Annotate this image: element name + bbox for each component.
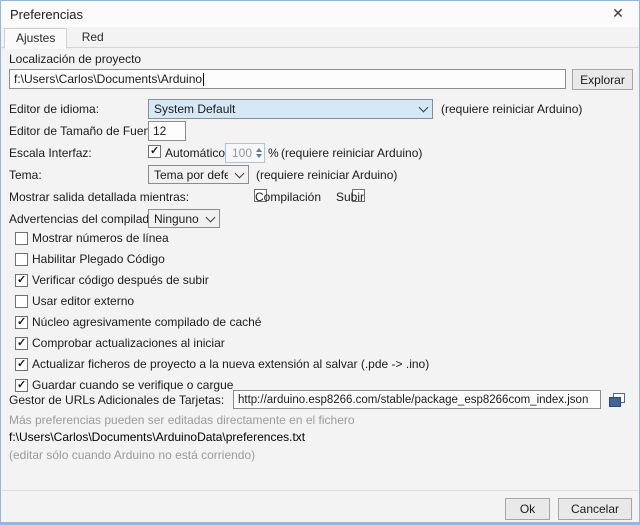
option-checkbox[interactable] — [15, 379, 28, 392]
checkbox-option-row: Habilitar Plegado Código — [15, 251, 429, 267]
spinner-arrows-icon[interactable] — [256, 148, 262, 158]
tab-strip: Ajustes Red — [1, 27, 639, 48]
chevron-down-icon — [235, 168, 245, 178]
font-size-value: 12 — [153, 124, 166, 138]
warnings-selected-value: Ninguno — [154, 212, 199, 226]
scale-restart-note: (requiere reiniciar Arduino) — [281, 146, 422, 160]
font-size-label: Editor de Tamaño de Fuente: — [9, 124, 164, 138]
theme-restart-note: (requiere reiniciar Arduino) — [256, 168, 397, 182]
scale-percent-sign: % — [268, 146, 279, 160]
option-checkbox[interactable] — [15, 295, 28, 308]
ok-button[interactable]: Ok — [505, 498, 550, 520]
checkbox-option-row: Comprobar actualizaciones al iniciar — [15, 335, 429, 351]
footer-divider — [2, 490, 638, 491]
option-label: Verificar código después de subir — [32, 273, 209, 287]
language-selected-value: System Default — [154, 102, 412, 116]
new-window-icon — [608, 392, 626, 408]
project-location-input[interactable]: f:\Users\Carlos\Documents\Arduino — [9, 69, 566, 89]
preferences-file-path: f:\Users\Carlos\Documents\ArduinoData\pr… — [9, 430, 305, 444]
font-size-input[interactable]: 12 — [148, 121, 186, 141]
option-label: Habilitar Plegado Código — [32, 252, 165, 266]
verbose-upload-label: Subir — [336, 190, 364, 204]
scale-auto-checkbox[interactable] — [148, 145, 161, 158]
theme-select[interactable]: Tema por defecto — [148, 165, 249, 184]
text-caret — [203, 73, 204, 86]
scale-value-spinner[interactable]: 100 — [225, 143, 265, 163]
language-select[interactable]: System Default — [148, 99, 433, 119]
chevron-down-icon — [206, 212, 216, 222]
board-urls-window-button[interactable] — [606, 389, 628, 410]
cancel-button[interactable]: Cancelar — [558, 498, 632, 520]
option-label: Guardar cuando se verifique o cargue — [32, 378, 233, 392]
verbose-label: Mostrar salida detallada mientras: — [9, 190, 189, 204]
warnings-select[interactable]: Ninguno — [148, 209, 220, 228]
dialog-title: Preferencias — [10, 7, 83, 22]
project-location-value: f:\Users\Carlos\Documents\Arduino — [14, 72, 202, 86]
tab-red[interactable]: Red — [71, 27, 115, 47]
option-label: Usar editor externo — [32, 294, 134, 308]
scale-auto-label: Automático — [165, 146, 225, 160]
board-urls-input[interactable]: http://arduino.esp8266.com/stable/packag… — [233, 390, 601, 409]
checkbox-option-row: Verificar código después de subir — [15, 272, 429, 288]
footer-note-line3: (editar sólo cuando Arduino no está corr… — [9, 448, 255, 462]
option-label: Comprobar actualizaciones al iniciar — [32, 336, 225, 350]
scale-value: 100 — [230, 146, 254, 160]
chevron-down-icon — [419, 103, 429, 113]
option-checkbox[interactable] — [15, 232, 28, 245]
board-urls-label: Gestor de URLs Adicionales de Tarjetas: — [9, 393, 224, 407]
checkbox-option-row: Usar editor externo — [15, 293, 429, 309]
checkbox-option-row: Núcleo agresivamente compilado de caché — [15, 314, 429, 330]
close-icon[interactable]: ✕ — [601, 2, 635, 24]
option-checkbox[interactable] — [15, 253, 28, 266]
checkbox-option-row: Actualizar ficheros de proyecto a la nue… — [15, 356, 429, 372]
title-bar: Preferencias ✕ — [1, 1, 639, 27]
option-checkbox[interactable] — [15, 274, 28, 287]
board-urls-value: http://arduino.esp8266.com/stable/packag… — [238, 394, 588, 406]
project-location-label: Localización de proyecto — [9, 52, 141, 66]
warnings-label: Advertencias del compilador: — [9, 212, 163, 226]
option-label: Núcleo agresivamente compilado de caché — [32, 315, 261, 329]
browse-button[interactable]: Explorar — [572, 69, 633, 90]
footer-note-line1: Más preferencias pueden ser editadas dir… — [9, 413, 355, 427]
option-checkbox[interactable] — [15, 358, 28, 371]
theme-label: Tema: — [9, 168, 42, 182]
verbose-compile-label: Compilación — [255, 190, 321, 204]
preferences-dialog: Preferencias ✕ Ajustes Red Localización … — [0, 0, 640, 525]
checkbox-option-row: Mostrar números de línea — [15, 230, 429, 246]
theme-selected-value: Tema por defecto — [154, 168, 228, 182]
language-label: Editor de idioma: — [9, 102, 99, 116]
scale-label: Escala Interfaz: — [9, 146, 92, 160]
language-restart-note: (requiere reiniciar Arduino) — [441, 102, 582, 116]
option-checkbox[interactable] — [15, 316, 28, 329]
tab-ajustes[interactable]: Ajustes — [4, 28, 67, 49]
option-label: Mostrar números de línea — [32, 231, 169, 245]
editor-checkbox-list: Mostrar números de línea Habilitar Plega… — [15, 230, 429, 398]
option-label: Actualizar ficheros de proyecto a la nue… — [32, 357, 429, 371]
option-checkbox[interactable] — [15, 337, 28, 350]
